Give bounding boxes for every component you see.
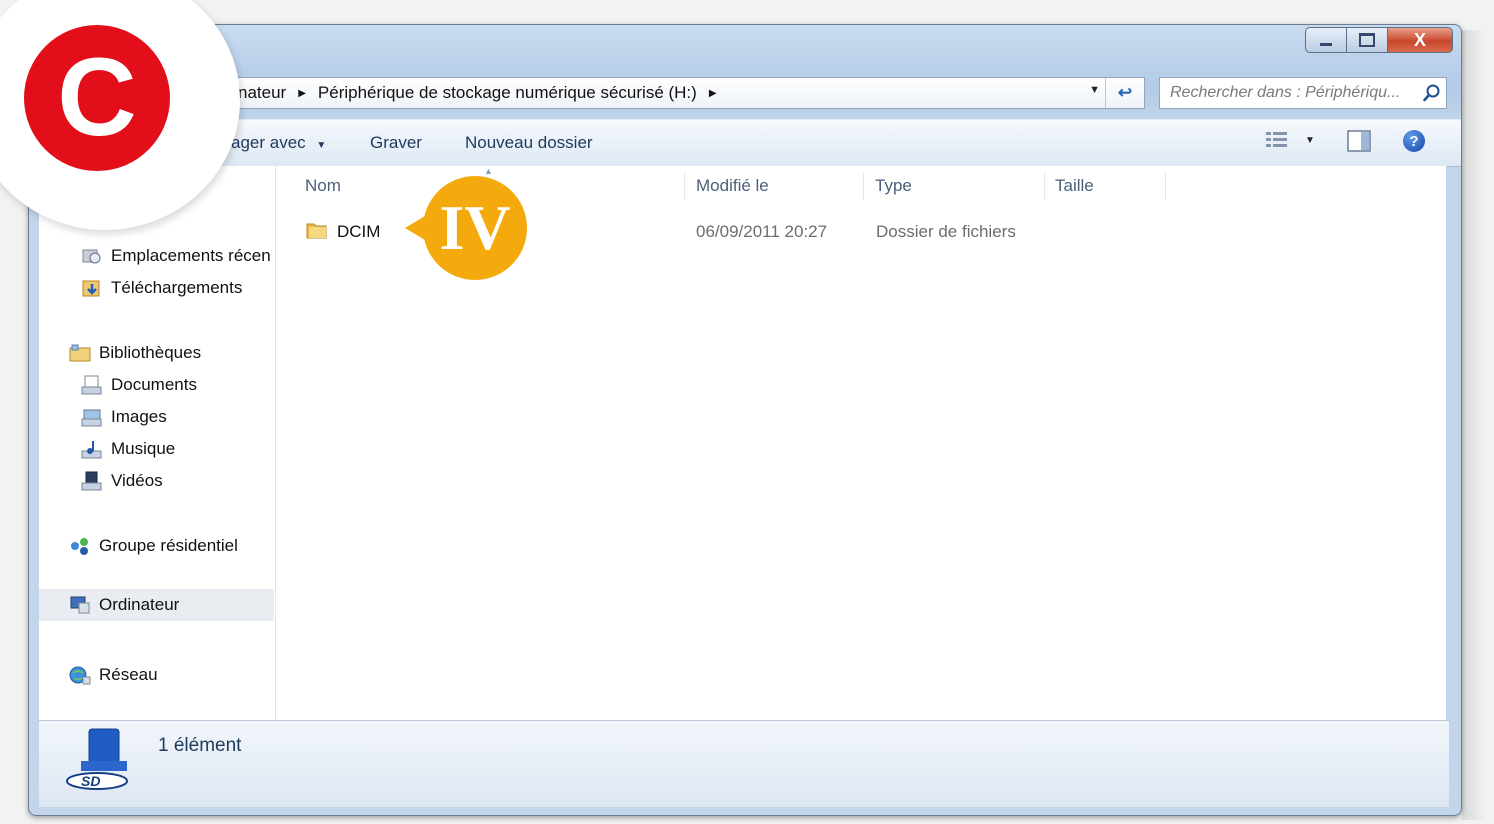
new-folder-button[interactable]: Nouveau dossier [465,133,593,153]
nav-item-computer[interactable]: Ordinateur [39,589,274,621]
minimize-icon [1320,42,1332,46]
folder-icon [306,220,328,245]
chevron-down-icon: ▼ [316,140,327,151]
libraries-icon [69,344,91,362]
nav-label: Musique [111,439,176,458]
column-divider[interactable] [863,172,864,200]
share-with-label: ager avec [231,133,306,152]
search-icon[interactable] [1418,84,1446,102]
nav-item-downloads[interactable]: Téléchargements [81,278,242,298]
refresh-icon: ↩ [1117,83,1133,102]
column-header-type[interactable]: Type [875,176,912,196]
music-icon [81,441,102,459]
column-divider[interactable] [1165,172,1166,200]
marker-label: IV [423,176,527,280]
maximize-icon [1359,33,1375,47]
nav-item-documents[interactable]: Documents [81,375,197,395]
burn-button[interactable]: Graver [370,133,422,153]
details-pane: SD 1 élément [39,720,1449,807]
network-icon [69,666,91,685]
search-box[interactable]: Rechercher dans : Périphériqu... [1159,77,1447,109]
window-shadow [1462,30,1486,820]
nav-item-homegroup[interactable]: Groupe résidentiel [69,536,238,556]
column-header-size[interactable]: Taille [1055,176,1094,196]
address-dropdown-icon[interactable]: ▼ [1089,84,1100,96]
nav-label: Bibliothèques [99,343,202,362]
preview-pane-button[interactable] [1347,130,1371,157]
explorer-window: X nateur ▶ Périphérique de stockage numé… [28,24,1462,816]
nav-item-images[interactable]: Images [81,407,167,427]
nav-label: Groupe résidentiel [99,536,238,555]
column-divider[interactable] [684,172,685,200]
nav-label: Emplacements récen [111,246,271,265]
column-divider[interactable] [1044,172,1045,200]
file-type: Dossier de fichiers [876,222,1016,241]
recent-places-icon [82,249,101,264]
maximize-button[interactable] [1346,27,1387,53]
nav-label: Images [111,407,167,426]
navigation-pane: ... Emplacements récen Téléchargements B… [39,166,276,720]
breadcrumb-item-drive[interactable]: Périphérique de stockage numérique sécur… [318,83,697,103]
command-bar: ager avec ▼ Graver Nouveau dossier ▼ ? [29,119,1461,167]
nav-label: Téléchargements [111,278,243,297]
computer-icon [70,596,90,614]
help-icon: ? [1409,132,1419,150]
nav-label: Documents [111,375,197,394]
breadcrumb: nateur ▶ Périphérique de stockage numéri… [238,83,729,103]
view-list-icon [1266,132,1287,147]
chevron-down-icon[interactable]: ▼ [1305,135,1315,146]
item-count: 1 élément [158,735,242,756]
documents-icon [81,375,102,395]
help-button[interactable]: ? [1403,130,1425,152]
images-icon [81,409,102,427]
preview-pane-icon [1347,130,1371,152]
sort-ascending-icon: ▲ [484,166,493,176]
search-input[interactable]: Rechercher dans : Périphériqu... [1170,84,1418,102]
nav-label: Vidéos [111,471,163,490]
marker-badge: IV [405,176,527,280]
videos-icon [81,471,102,491]
share-with-menu[interactable]: ager avec ▼ [231,133,326,153]
nav-item-recent-places[interactable]: Emplacements récen [81,246,271,266]
breadcrumb-item-computer[interactable]: nateur [238,83,286,103]
breadcrumb-arrow-icon[interactable]: ▶ [709,88,717,99]
nav-item-libraries[interactable]: Bibliothèques [69,343,201,363]
nav-item-music[interactable]: Musique [81,439,175,459]
column-header-modified[interactable]: Modifié le [696,176,769,196]
breadcrumb-arrow-icon[interactable]: ▶ [298,88,306,99]
nav-item-videos[interactable]: Vidéos [81,471,163,491]
file-name: DCIM [337,222,381,241]
step-badge: C [24,25,170,171]
nav-item-network[interactable]: Réseau [69,665,158,685]
window-controls: X [1305,27,1453,53]
downloads-folder-icon [82,280,100,297]
file-modified: 06/09/2011 20:27 [696,222,828,241]
column-header-name[interactable]: Nom [305,176,341,196]
homegroup-icon [71,538,88,555]
sd-card-icon: SD [66,728,128,790]
view-options[interactable]: ▼ [1265,130,1315,150]
nav-label: Ordinateur [99,595,180,614]
svg-text:SD: SD [81,773,100,789]
refresh-button[interactable]: ↩ [1105,78,1144,108]
nav-label: Réseau [99,665,158,684]
close-button[interactable]: X [1387,27,1453,53]
minimize-button[interactable] [1305,27,1346,53]
